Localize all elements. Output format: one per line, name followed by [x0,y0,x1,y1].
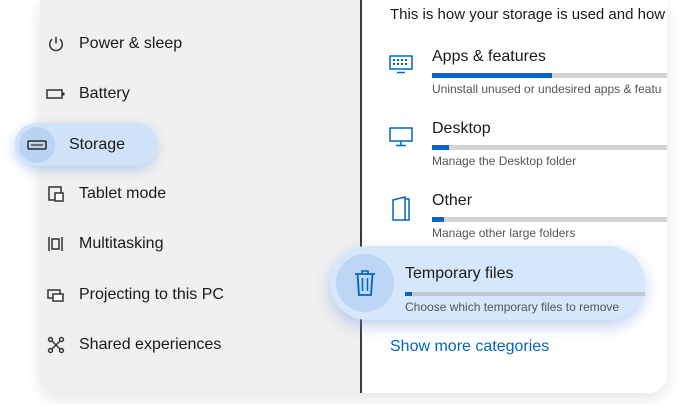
show-more-categories-link[interactable]: Show more categories [390,338,549,356]
settings-window: Power & sleep Battery Tablet mode Multit… [40,0,667,393]
category-description: Choose which temporary files to remove [405,300,620,314]
usage-bar-fill [432,217,444,222]
usage-bar-fill [405,292,413,296]
sidebar-item-battery[interactable]: Battery [40,74,360,114]
sidebar-item-multitasking[interactable]: Multitasking [40,224,360,264]
category-temporary-files[interactable]: Temporary files Choose which temporary f… [330,246,645,320]
sidebar-item-shared-experiences[interactable]: Shared experiences [40,325,360,365]
sidebar-item-label: Multitasking [79,235,164,252]
shared-experiences-icon [46,335,66,355]
power-icon [46,34,66,54]
category-title: Apps & features [432,48,546,65]
category-title: Temporary files [405,265,514,282]
category-desktop[interactable]: Desktop Manage the Desktop folder [362,120,667,180]
apps-features-icon [388,52,414,78]
sidebar: Power & sleep Battery Tablet mode Multit… [40,0,360,393]
battery-icon [46,84,66,104]
sidebar-item-label: Storage [69,135,126,153]
category-title: Other [432,192,473,209]
usage-bar-fill [432,73,552,78]
sidebar-item-power-sleep[interactable]: Power & sleep [40,24,360,64]
category-description: Manage the Desktop folder [432,154,577,168]
sidebar-item-storage[interactable]: Storage [15,123,157,166]
category-description: Manage other large folders [432,226,576,240]
sidebar-item-tablet-mode[interactable]: Tablet mode [40,174,360,214]
sidebar-item-label: Projecting to this PC [79,286,224,303]
multitasking-icon [46,234,66,254]
folder-icon [388,196,414,222]
projecting-icon [46,285,66,305]
desktop-icon [388,124,414,150]
category-other[interactable]: Other Manage other large folders [362,192,667,252]
usage-bar [432,217,667,222]
tablet-mode-icon [46,184,66,204]
sidebar-item-label: Tablet mode [79,185,167,202]
sidebar-item-projecting[interactable]: Projecting to this PC [40,275,360,315]
category-apps-features[interactable]: Apps & features Uninstall unused or unde… [362,48,667,108]
category-description: Uninstall unused or undesired apps & fea… [432,82,662,96]
usage-bar [432,145,667,150]
sidebar-item-label: Shared experiences [79,336,222,353]
usage-bar-fill [432,145,449,150]
category-title: Desktop [432,120,491,137]
usage-bar [405,292,645,296]
usage-bar [432,73,667,78]
storage-header: This is how your storage is used and how [390,6,666,23]
trash-icon [336,254,394,312]
storage-drive-icon [19,126,55,163]
storage-content: This is how your storage is used and how… [362,0,667,393]
sidebar-item-label: Battery [79,85,130,102]
sidebar-item-label: Power & sleep [79,35,183,52]
